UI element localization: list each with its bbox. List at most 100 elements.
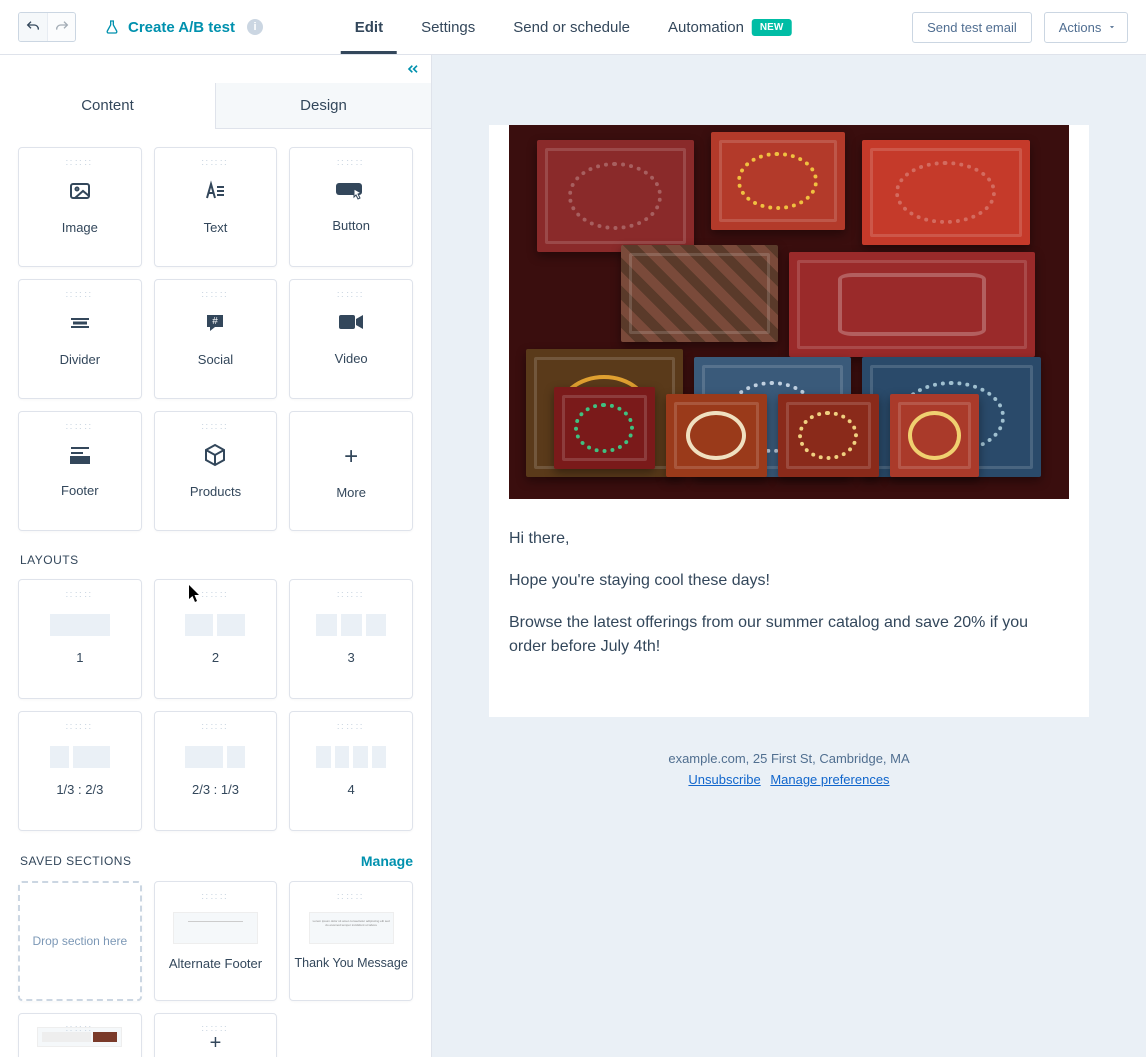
button-icon (336, 181, 366, 201)
actions-dropdown-button[interactable]: Actions (1044, 12, 1128, 43)
products-icon (203, 443, 227, 467)
layouts-heading: LAYOUTS (20, 553, 413, 567)
unsubscribe-link[interactable]: Unsubscribe (688, 772, 760, 787)
tab-automation-label: Automation (668, 19, 744, 36)
block-video-label: Video (335, 351, 368, 366)
grip-icon: ∷∷∷ (337, 158, 365, 169)
undo-icon (25, 19, 41, 35)
block-social-label: Social (198, 352, 233, 367)
layout-4[interactable]: ∷∷∷ 4 (289, 711, 413, 831)
block-footer[interactable]: ∷∷∷ Footer (18, 411, 142, 531)
manage-preferences-link[interactable]: Manage preferences (770, 772, 889, 787)
saved-section-alternate-footer[interactable]: ∷∷∷ Alternate Footer (154, 881, 278, 1001)
block-text-label: Text (204, 220, 228, 235)
tab-automation[interactable]: Automation NEW (668, 0, 791, 54)
layout-4-label: 4 (348, 782, 355, 797)
thank-you-label: Thank You Message (295, 956, 408, 970)
layout-2-label: 2 (212, 650, 219, 665)
redo-icon (54, 19, 70, 35)
block-image[interactable]: ∷∷∷ Image (18, 147, 142, 267)
new-badge: NEW (752, 19, 791, 36)
collapse-sidebar-handle[interactable] (0, 55, 431, 83)
tab-settings[interactable]: Settings (421, 0, 475, 54)
chevron-down-icon (1107, 22, 1117, 32)
email-preview[interactable]: Hi there, Hope you're staying cool these… (489, 125, 1089, 717)
block-video[interactable]: ∷∷∷ Video (289, 279, 413, 399)
grip-icon: ∷∷∷ (337, 590, 365, 601)
layout-3[interactable]: ∷∷∷ 3 (289, 579, 413, 699)
alternate-footer-label: Alternate Footer (169, 956, 262, 971)
svg-text:#: # (213, 316, 219, 327)
sidebar-tabs: Content Design (0, 83, 431, 129)
footer-icon (68, 444, 92, 466)
social-icon: # (203, 311, 227, 335)
create-ab-test-link[interactable]: Create A/B test i (104, 19, 263, 36)
tab-send-schedule[interactable]: Send or schedule (513, 0, 630, 54)
main-tabs: Edit Settings Send or schedule Automatio… (355, 0, 792, 54)
saved-section-dropzone[interactable]: Drop section here (18, 881, 142, 1001)
saved-section-thank-you[interactable]: ∷∷∷ Lorem ipsum dolor sit amet consectet… (289, 881, 413, 1001)
grip-icon: ∷∷∷ (201, 1024, 229, 1035)
layout-1[interactable]: ∷∷∷ 1 (18, 579, 142, 699)
block-text[interactable]: ∷∷∷ Text (154, 147, 278, 267)
undo-button[interactable] (19, 13, 47, 41)
block-more-label: More (336, 485, 366, 500)
layout-2[interactable]: ∷∷∷ 2 (154, 579, 278, 699)
email-hero-image[interactable] (509, 125, 1069, 499)
saved-sections-grid: Drop section here ∷∷∷ Alternate Footer ∷… (18, 881, 413, 1057)
tab-edit[interactable]: Edit (355, 0, 383, 54)
thank-you-thumbnail: Lorem ipsum dolor sit amet consectetur a… (309, 912, 394, 944)
grip-icon: ∷∷∷ (337, 722, 365, 733)
grip-icon: ∷∷∷ (66, 422, 94, 433)
saved-section-item-4[interactable]: ∷∷∷ + (154, 1013, 278, 1057)
info-icon[interactable]: i (247, 19, 263, 35)
block-products-label: Products (190, 484, 241, 499)
grip-icon: ∷∷∷ (201, 892, 229, 903)
grip-icon: ∷∷∷ (66, 290, 94, 301)
grip-icon: ∷∷∷ (201, 158, 229, 169)
topbar: Create A/B test i Edit Settings Send or … (0, 0, 1146, 55)
sidebar-panel: ∷∷∷ Image ∷∷∷ Text ∷∷∷ Button ∷∷∷ (0, 129, 431, 1057)
grip-icon: ∷∷∷ (66, 1024, 94, 1035)
block-divider-label: Divider (60, 352, 100, 367)
ab-test-label: Create A/B test (128, 19, 235, 36)
block-more[interactable]: + More (289, 411, 413, 531)
divider-icon (68, 311, 92, 335)
email-canvas[interactable]: Hi there, Hope you're staying cool these… (432, 55, 1146, 1057)
grip-icon: ∷∷∷ (66, 722, 94, 733)
manage-saved-sections-link[interactable]: Manage (361, 853, 413, 869)
plus-icon: + (344, 443, 358, 471)
email-greeting: Hi there, (509, 527, 1069, 551)
layout-1-3-2-3[interactable]: ∷∷∷ 1/3 : 2/3 (18, 711, 142, 831)
block-social[interactable]: ∷∷∷ # Social (154, 279, 278, 399)
sidebar-tab-content[interactable]: Content (0, 83, 215, 128)
email-footer[interactable]: example.com, 25 First St, Cambridge, MA … (489, 717, 1089, 821)
content-tab-label: Content (81, 97, 134, 114)
redo-button[interactable] (47, 13, 75, 41)
actions-label: Actions (1059, 20, 1102, 35)
sidebar: Content Design ∷∷∷ Image ∷∷∷ Text ∷∷∷ (0, 55, 432, 1057)
layout-1-label: 1 (76, 650, 83, 665)
layout-3-label: 3 (348, 650, 355, 665)
grip-icon: ∷∷∷ (201, 290, 229, 301)
send-test-label: Send test email (927, 20, 1017, 35)
email-line-1: Hope you're staying cool these days! (509, 569, 1069, 593)
block-button[interactable]: ∷∷∷ Button (289, 147, 413, 267)
grip-icon: ∷∷∷ (201, 722, 229, 733)
layout-2-3-label: 2/3 : 1/3 (192, 782, 239, 797)
sidebar-tab-design[interactable]: Design (215, 83, 431, 128)
saved-sections-heading: SAVED SECTIONS (20, 854, 131, 868)
saved-section-item-3[interactable]: ∷∷∷ (18, 1013, 142, 1057)
text-icon (203, 179, 227, 203)
main: Content Design ∷∷∷ Image ∷∷∷ Text ∷∷∷ (0, 55, 1146, 1057)
undo-redo-group (18, 12, 76, 42)
layout-2-3-1-3[interactable]: ∷∷∷ 2/3 : 1/3 (154, 711, 278, 831)
block-footer-label: Footer (61, 483, 99, 498)
block-divider[interactable]: ∷∷∷ Divider (18, 279, 142, 399)
email-body[interactable]: Hi there, Hope you're staying cool these… (489, 499, 1089, 717)
tab-send-label: Send or schedule (513, 19, 630, 36)
grip-icon: ∷∷∷ (337, 892, 365, 903)
block-products[interactable]: ∷∷∷ Products (154, 411, 278, 531)
send-test-email-button[interactable]: Send test email (912, 12, 1032, 43)
footer-address: example.com, 25 First St, Cambridge, MA (489, 751, 1089, 766)
